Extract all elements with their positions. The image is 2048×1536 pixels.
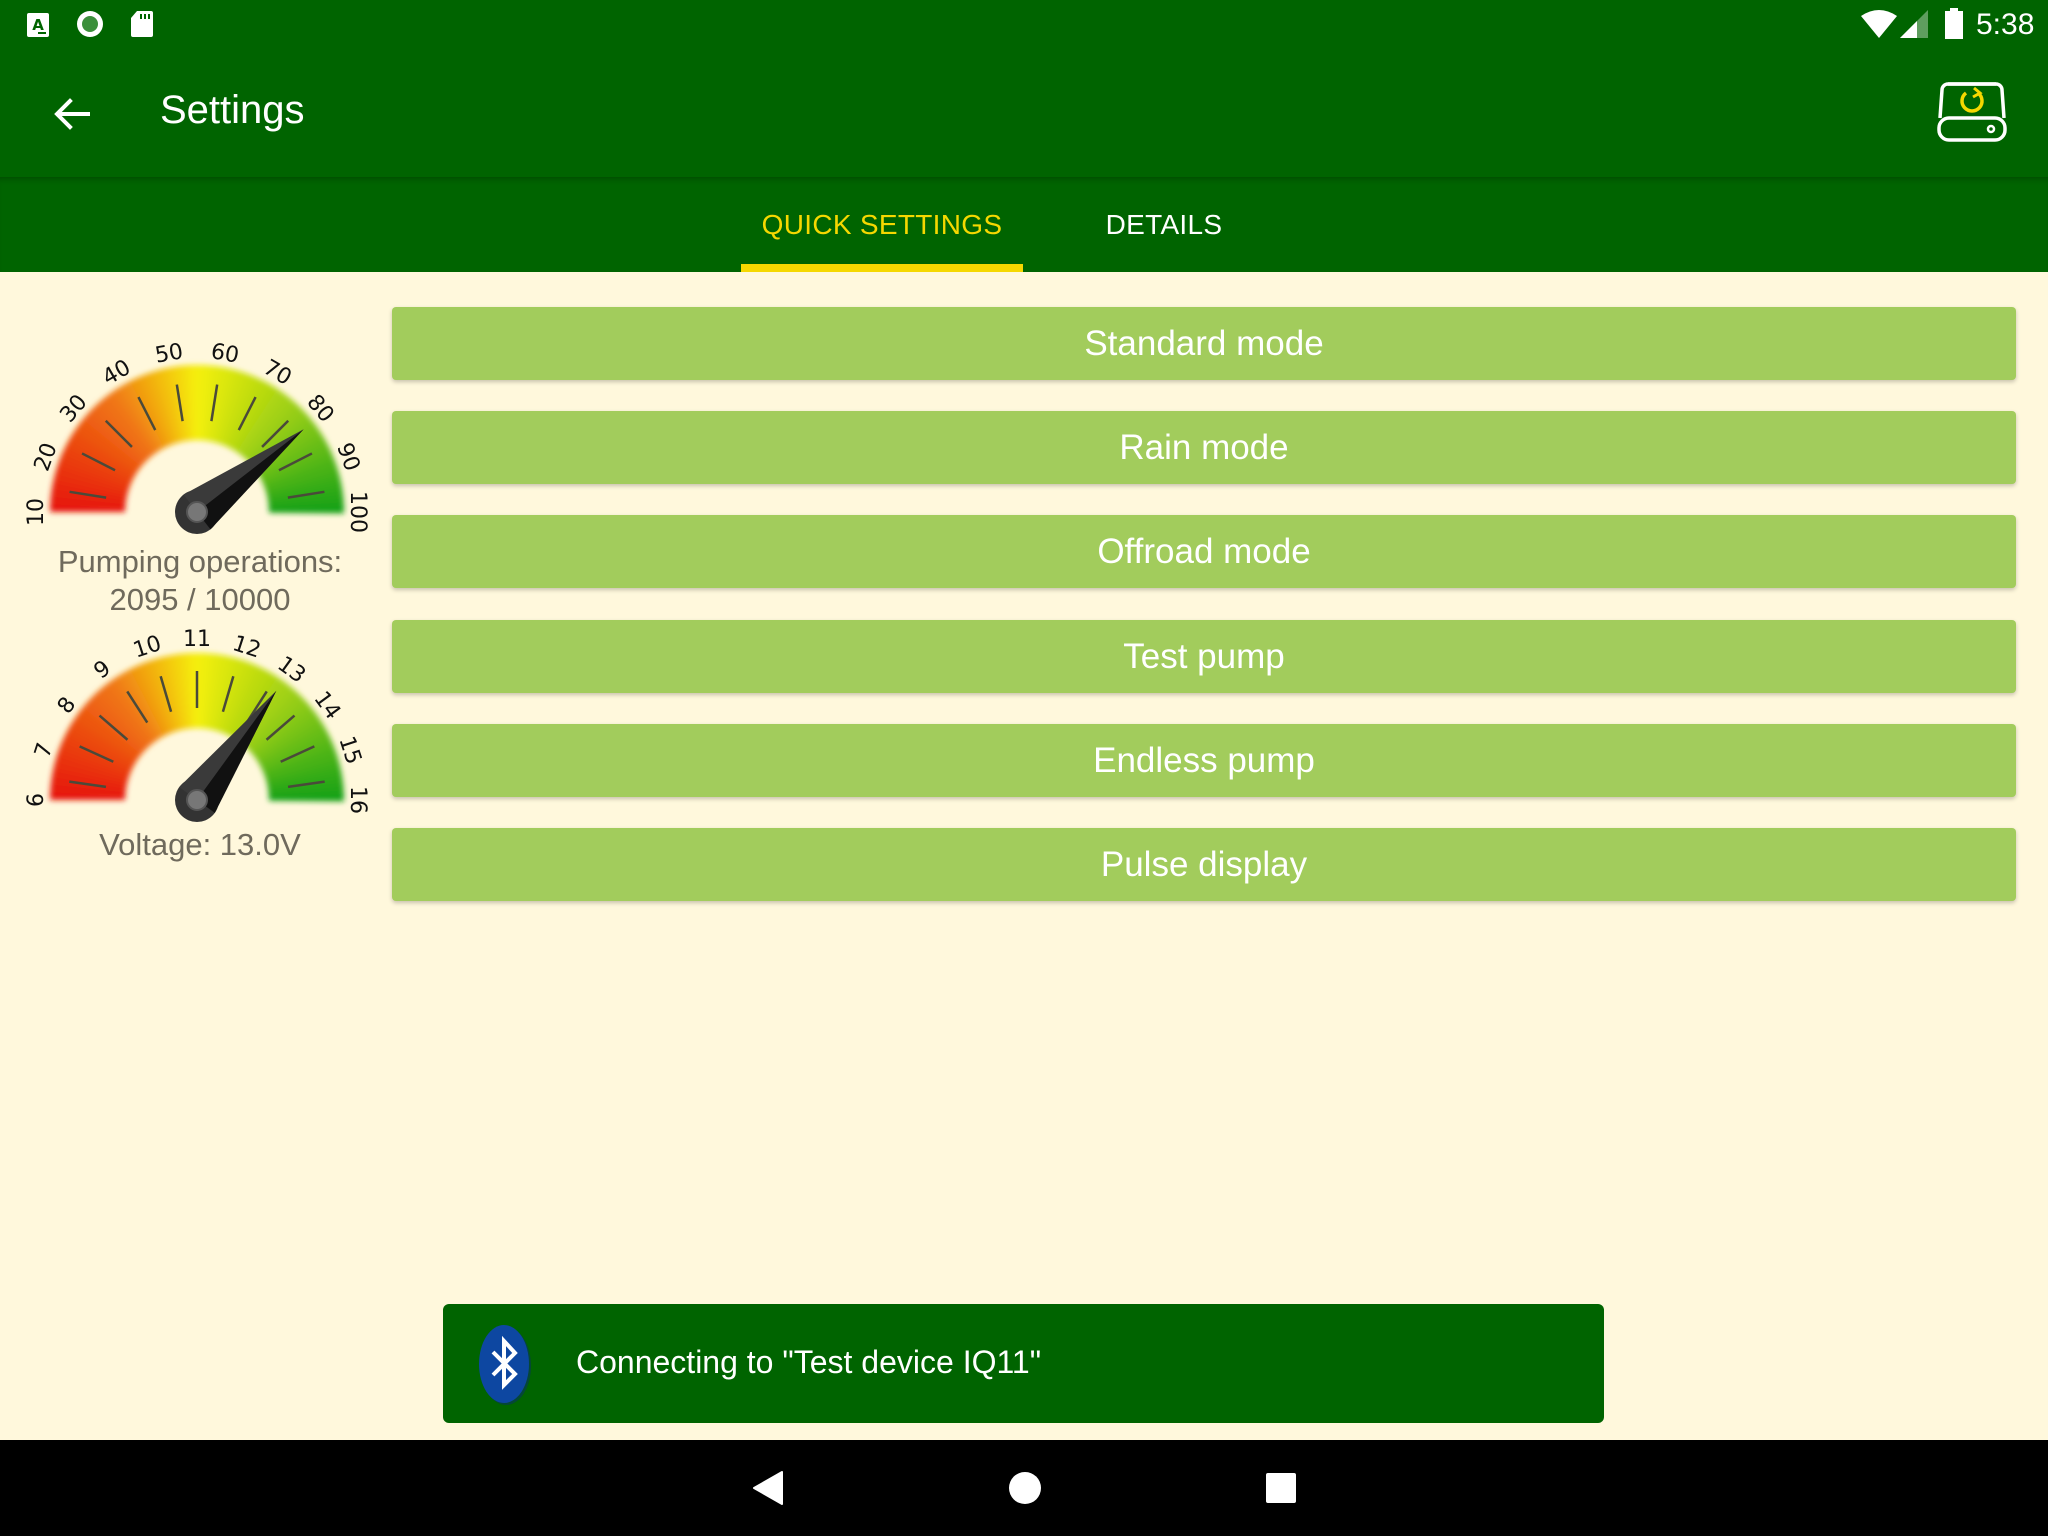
cell-signal-icon [1900,10,1928,38]
gauge-needle-hub [186,789,208,811]
status-time: 5:38 [1976,8,2035,41]
gauge-tick-label: 6 [24,793,49,807]
app-toolbar [0,50,2048,177]
wifi-icon [1861,10,1897,38]
gauge-tick-label: 50 [153,340,185,369]
gauge-tick-label: 10 [24,498,49,526]
pumping-operations-title: Pumping operations: [57,544,343,579]
offroad-mode-button[interactable]: Offroad mode [392,515,2016,588]
gauge-tick-label: 100 [345,491,370,533]
pumping-operations-label: Pumping operations: 2095 / 10000 [0,543,400,619]
pumping-operations-value: 2095 / 10000 [109,582,291,617]
record-icon [77,11,103,37]
gauge-tick-label: 8 [53,693,81,719]
battery-icon [1945,8,1963,39]
tab-selected-indicator [741,264,1023,272]
back-button[interactable] [40,82,104,146]
status-bar: A 5:38 [0,0,2048,50]
page-title: Settings [160,88,305,132]
bluetooth-icon [479,1325,531,1405]
nav-home-icon[interactable] [1007,1470,1043,1506]
pulse-display-button[interactable]: Pulse display [392,828,2016,901]
gauge-tick-label: 11 [183,628,211,652]
gauge-tick-label: 16 [345,786,370,814]
accessibility-icon: A [27,13,49,37]
arrow-left-icon [54,98,90,130]
test-pump-button[interactable]: Test pump [392,620,2016,693]
gauge-tick-label: 7 [30,740,58,761]
rain-mode-button[interactable]: Rain mode [392,411,2016,484]
sd-card-icon [131,11,153,37]
voltage-label: Voltage: 13.0V [99,827,301,862]
endless-pump-button[interactable]: Endless pump [392,724,2016,797]
voltage-gauge: 678910 11 1213141516 [24,628,370,822]
device-sync-button[interactable] [1936,80,2008,144]
tab-quick-settings[interactable]: QUICK SETTINGS [741,177,1023,272]
pumping-operations-gauge: 1020304050 60708090100 [24,340,370,534]
device-sync-icon [1937,82,2007,142]
standard-mode-button[interactable]: Standard mode [392,307,2016,380]
nav-back-icon[interactable] [750,1470,786,1506]
gauge-tick-label: 9 [90,656,116,684]
nav-recents-icon[interactable] [1264,1472,1298,1504]
gauge-tick-label: 60 [209,340,241,369]
tab-details[interactable]: DETAILS [1023,177,1305,272]
gauge-needle-hub [186,501,208,523]
snackbar-message: Connecting to "Test device IQ11" [576,1344,1042,1380]
svg-text:A: A [32,16,44,34]
